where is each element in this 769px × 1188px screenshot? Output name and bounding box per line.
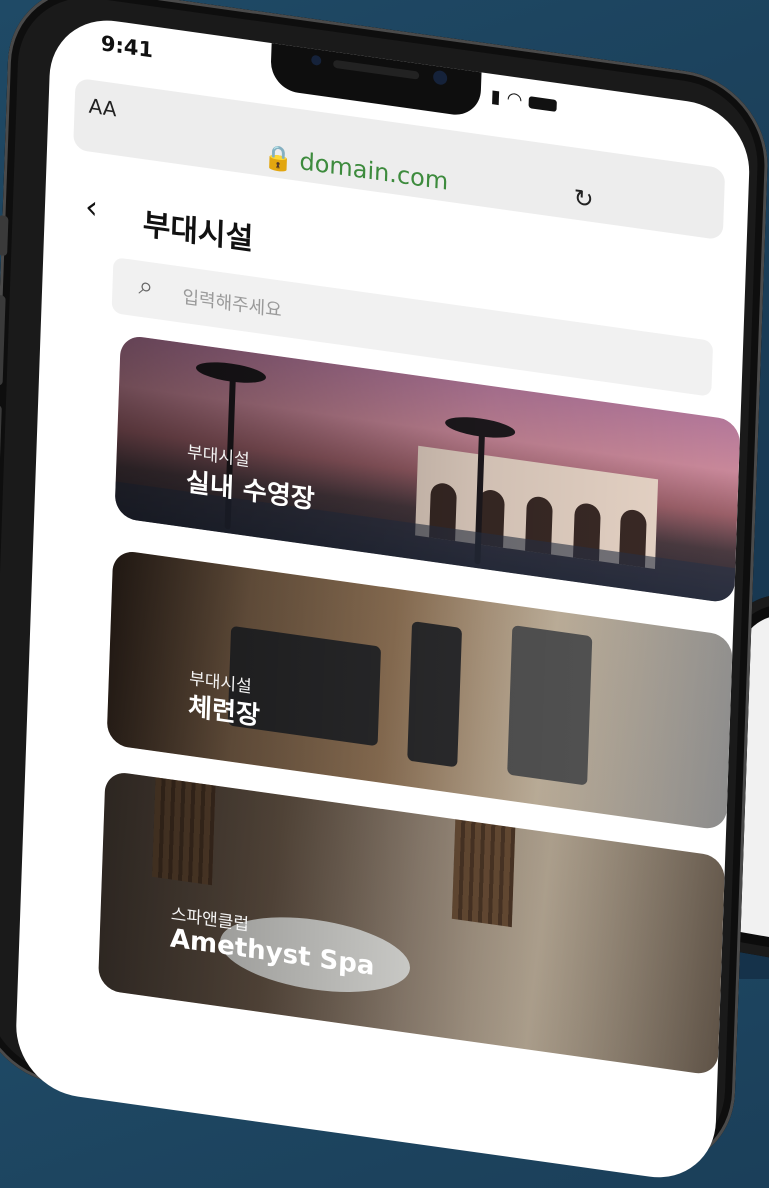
wifi-icon: ◠	[506, 88, 523, 112]
volume-down-button	[0, 404, 2, 496]
url-field[interactable]: 🔒 domain.com	[263, 142, 449, 196]
mute-switch	[0, 214, 9, 257]
reload-icon[interactable]: ↻	[573, 183, 594, 214]
lock-icon: 🔒	[263, 142, 295, 175]
search-placeholder: 입력해주세요	[182, 286, 283, 322]
page-header: ‹ 부대시설	[84, 187, 254, 257]
volume-up-button	[0, 294, 6, 386]
signal-icon: ▮	[490, 85, 502, 109]
phone-screen: 9:41 ▮ ◠ AA 🔒 domain.com ↻ ‹ 부대시설 ⌕ 입력해주세…	[14, 12, 752, 1186]
sensor-dot	[311, 54, 322, 66]
back-chevron-icon[interactable]: ‹	[85, 187, 99, 227]
battery-icon	[528, 95, 557, 112]
status-icons: ▮ ◠	[490, 85, 557, 116]
phone-mockup: 9:41 ▮ ◠ AA 🔒 domain.com ↻ ‹ 부대시설 ⌕ 입력해주세…	[0, 0, 769, 1186]
text-size-button[interactable]: AA	[88, 94, 117, 122]
page-title: 부대시설	[142, 207, 254, 258]
status-time: 9:41	[100, 31, 154, 63]
search-icon: ⌕	[138, 270, 154, 303]
speaker-grille	[333, 59, 420, 80]
front-camera	[432, 69, 448, 86]
url-text: domain.com	[299, 147, 449, 196]
phone-frame: 9:41 ▮ ◠ AA 🔒 domain.com ↻ ‹ 부대시설 ⌕ 입력해주세…	[0, 0, 769, 1186]
notch	[270, 37, 482, 119]
